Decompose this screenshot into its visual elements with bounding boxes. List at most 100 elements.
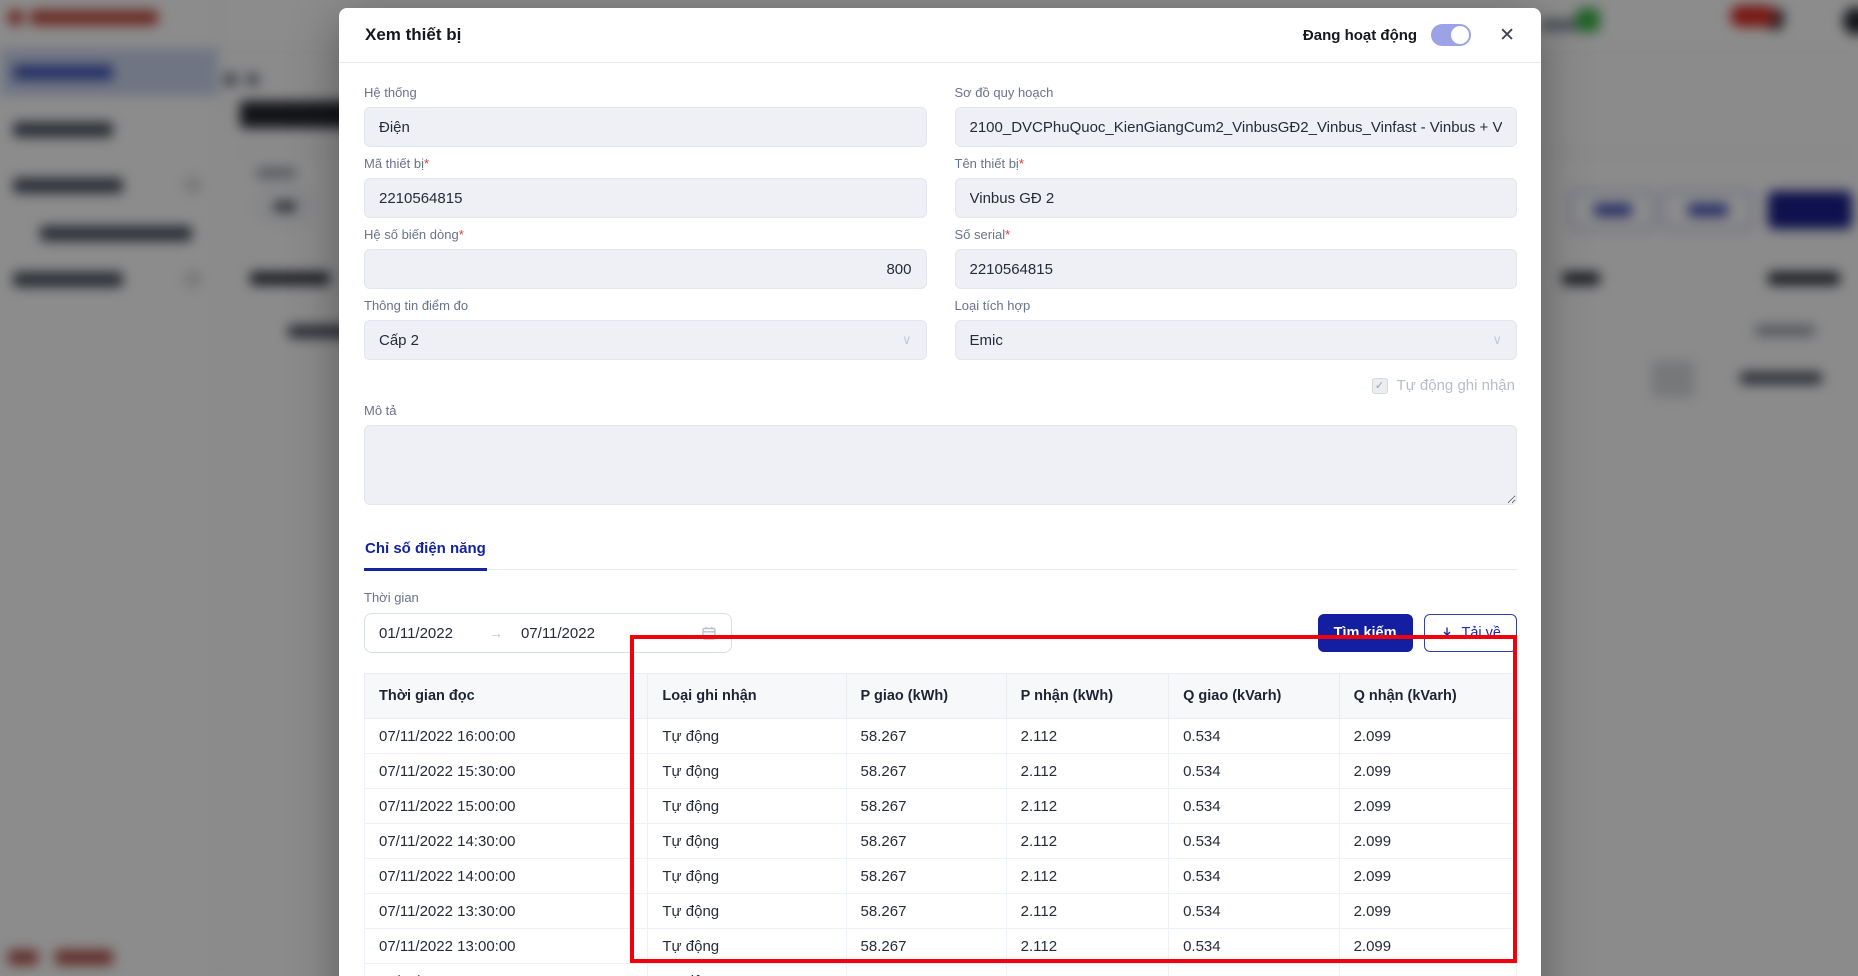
table-cell: 07/11/2022 13:30:00 <box>365 894 648 929</box>
table-cell: 2.112 <box>1006 964 1168 976</box>
column-header: Q nhận (kVarh) <box>1339 674 1516 719</box>
table-cell: 0.534 <box>1169 964 1339 976</box>
field-integration-type: Loại tích hợp Emic ∨ <box>955 289 1518 360</box>
table-cell: 2.112 <box>1006 929 1168 964</box>
description-textarea[interactable] <box>364 425 1517 505</box>
table-cell: 2.099 <box>1339 964 1516 976</box>
table-cell: 58.267 <box>846 929 1006 964</box>
planning-diagram-field[interactable] <box>955 107 1518 147</box>
table-cell: 2.099 <box>1339 859 1516 894</box>
tab-electricity-readings[interactable]: Chỉ số điện năng <box>364 540 487 571</box>
table-cell: 0.534 <box>1169 789 1339 824</box>
table-cell: 58.267 <box>846 964 1006 976</box>
table-row: 07/11/2022 13:00:00Tự động58.2672.1120.5… <box>365 929 1517 964</box>
table-cell: 07/11/2022 15:30:00 <box>365 754 648 789</box>
search-button[interactable]: Tìm kiếm <box>1318 614 1413 652</box>
current-ratio-field[interactable] <box>364 249 927 289</box>
table-cell: 2.099 <box>1339 894 1516 929</box>
table-cell: 2.112 <box>1006 789 1168 824</box>
auto-record-checkbox[interactable]: ✓ <box>1372 378 1388 394</box>
table-row: 07/11/2022 16:00:00Tự động58.2672.1120.5… <box>365 719 1517 754</box>
view-device-modal: Xem thiết bị Đang hoạt động ✕ Hệ thống S… <box>339 8 1541 976</box>
table-cell: 07/11/2022 13:00:00 <box>365 929 648 964</box>
calendar-icon <box>701 625 717 641</box>
column-header: P nhận (kWh) <box>1006 674 1168 719</box>
time-label: Thời gian <box>364 590 1517 605</box>
table-header-row: Thời gian đọcLoại ghi nhậnP giao (kWh)P … <box>365 674 1517 719</box>
table-cell: 0.534 <box>1169 929 1339 964</box>
active-status-label: Đang hoạt động <box>1303 27 1417 44</box>
close-icon[interactable]: ✕ <box>1499 26 1515 45</box>
table-cell: 58.267 <box>846 789 1006 824</box>
field-device-code: Mã thiết bị* <box>364 147 927 218</box>
arrow-right-icon: → <box>489 625 503 641</box>
download-icon <box>1440 626 1454 640</box>
readings-table: Thời gian đọcLoại ghi nhậnP giao (kWh)P … <box>364 673 1517 976</box>
table-cell: 2.099 <box>1339 789 1516 824</box>
table-cell: 58.267 <box>846 824 1006 859</box>
table-cell: 0.534 <box>1169 824 1339 859</box>
field-label: Tên thiết bị <box>955 156 1019 171</box>
toggle-knob <box>1451 26 1469 44</box>
auto-record-label: Tự động ghi nhận <box>1397 377 1515 394</box>
field-label: Loại tích hợp <box>955 298 1518 313</box>
integration-type-select[interactable]: Emic ∨ <box>955 320 1518 360</box>
table-cell: 0.534 <box>1169 894 1339 929</box>
date-to[interactable]: 07/11/2022 <box>521 625 595 642</box>
required-mark: * <box>1005 227 1010 242</box>
table-cell: 58.267 <box>846 894 1006 929</box>
date-from[interactable]: 01/11/2022 <box>379 625 453 642</box>
field-label: Thông tin điểm đo <box>364 298 927 313</box>
table-cell: 07/11/2022 14:30:00 <box>365 824 648 859</box>
device-name-field[interactable] <box>955 178 1518 218</box>
app-frame: Xem thiết bị Đang hoạt động ✕ Hệ thống S… <box>0 0 1858 976</box>
field-planning-diagram: Sơ đồ quy hoạch <box>955 83 1518 147</box>
table-cell: 58.267 <box>846 859 1006 894</box>
modal-body: Hệ thống Sơ đồ quy hoạch Mã thiết bị* Tê… <box>339 63 1541 976</box>
device-code-field[interactable] <box>364 178 927 218</box>
download-button-label: Tải về <box>1462 625 1502 641</box>
table-cell: 2.099 <box>1339 824 1516 859</box>
table-cell: 2.099 <box>1339 719 1516 754</box>
required-mark: * <box>459 227 464 242</box>
table-row: 07/11/2022 15:30:00Tự động58.2672.1120.5… <box>365 754 1517 789</box>
column-header: Q giao (kVarh) <box>1169 674 1339 719</box>
table-row: 07/11/2022 12:30:00Tự động58.2672.1120.5… <box>365 964 1517 976</box>
table-cell: 07/11/2022 15:00:00 <box>365 789 648 824</box>
serial-number-field[interactable] <box>955 249 1518 289</box>
modal-title: Xem thiết bị <box>365 25 461 45</box>
table-cell: 07/11/2022 14:00:00 <box>365 859 648 894</box>
tab-bar: Chỉ số điện năng <box>364 540 1517 570</box>
field-label: Mã thiết bị <box>364 156 424 171</box>
chevron-down-icon: ∨ <box>1492 332 1502 348</box>
table-cell: Tự động <box>648 789 846 824</box>
auto-record-row: ✓ Tự động ghi nhận <box>364 377 1515 394</box>
field-device-name: Tên thiết bị* <box>955 147 1518 218</box>
table-row: 07/11/2022 14:00:00Tự động58.2672.1120.5… <box>365 859 1517 894</box>
active-status-toggle[interactable] <box>1431 24 1471 46</box>
table-cell: 07/11/2022 12:30:00 <box>365 964 648 976</box>
table-cell: 2.112 <box>1006 754 1168 789</box>
table-cell: 58.267 <box>846 719 1006 754</box>
table-cell: 2.112 <box>1006 894 1168 929</box>
table-cell: 2.099 <box>1339 754 1516 789</box>
field-label: Mô tả <box>364 403 1517 418</box>
field-description: Mô tả <box>364 403 1517 510</box>
date-range-picker[interactable]: 01/11/2022 → 07/11/2022 <box>364 613 732 653</box>
table-cell: Tự động <box>648 894 846 929</box>
table-row: 07/11/2022 15:00:00Tự động58.2672.1120.5… <box>365 789 1517 824</box>
table-cell: Tự động <box>648 824 846 859</box>
required-mark: * <box>1019 156 1024 171</box>
table-cell: Tự động <box>648 964 846 976</box>
table-cell: 0.534 <box>1169 719 1339 754</box>
table-cell: 2.112 <box>1006 859 1168 894</box>
download-button[interactable]: Tải về <box>1424 614 1518 652</box>
field-current-ratio: Hệ số biến dòng* <box>364 218 927 289</box>
table-cell: Tự động <box>648 859 846 894</box>
measuring-point-select[interactable]: Cấp 2 ∨ <box>364 320 927 360</box>
field-measuring-point: Thông tin điểm đo Cấp 2 ∨ <box>364 289 927 360</box>
system-field[interactable] <box>364 107 927 147</box>
column-header: Loại ghi nhận <box>648 674 846 719</box>
field-label: Hệ thống <box>364 85 927 100</box>
chevron-down-icon: ∨ <box>902 332 912 348</box>
